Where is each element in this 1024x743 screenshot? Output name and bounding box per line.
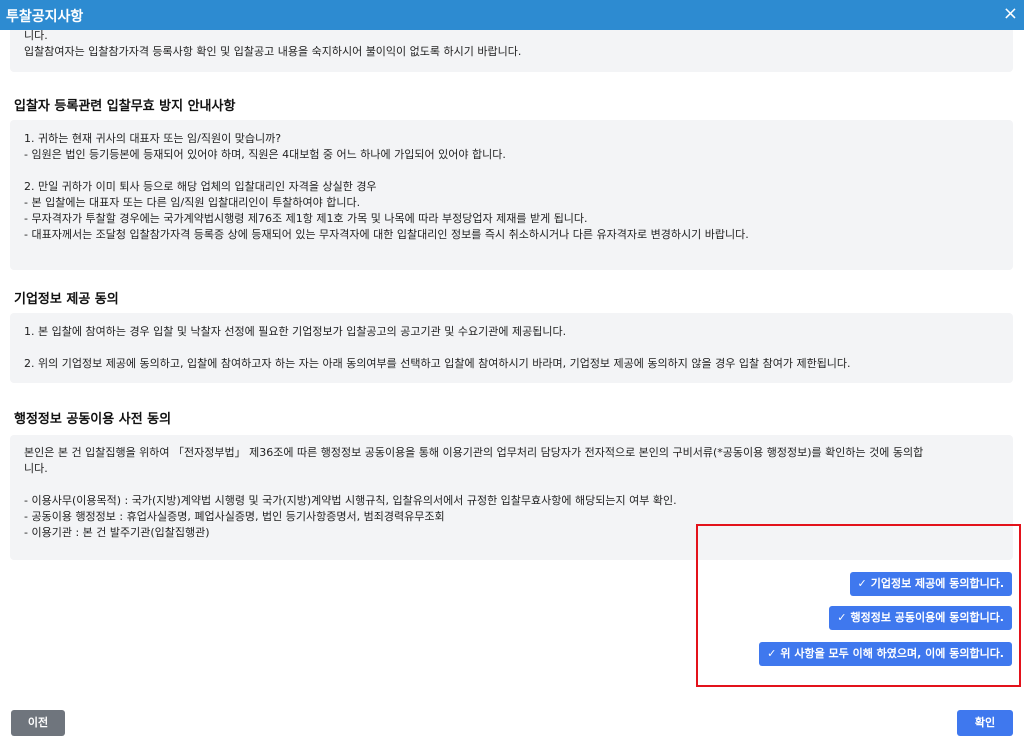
notice-line: - 무자격자가 투찰할 경우에는 국가계약법시행령 제76조 제1항 제1호 가…: [24, 212, 588, 225]
check-icon: ✓: [857, 577, 867, 590]
notice-line: 니다.: [24, 30, 48, 42]
section-heading-bid-invalid: 입찰자 등록관련 입찰무효 방지 안내사항: [14, 99, 236, 114]
notice-line: 1. 귀하는 현재 귀사의 대표자 또는 임/직원이 맞습니까?: [24, 132, 282, 145]
agree-corp-info-label: 기업정보 제공에 동의합니다.: [870, 577, 1004, 590]
notice-line: 2. 위의 기업정보 제공에 동의하고, 입찰에 참여하고자 하는 자는 아래 …: [24, 357, 851, 370]
section-heading-corp-info: 기업정보 제공 동의: [14, 292, 119, 307]
check-icon: ✓: [767, 647, 777, 660]
check-icon: ✓: [837, 611, 847, 624]
notice-line: 1. 본 입찰에 참여하는 경우 입찰 및 낙찰자 선정에 필요한 기업정보가 …: [24, 325, 567, 338]
agree-all-label: 위 사항을 모두 이해 하였으며, 이에 동의합니다.: [780, 647, 1004, 660]
corp-info-notice-box: 1. 본 입찰에 참여하는 경우 입찰 및 낙찰자 선정에 필요한 기업정보가 …: [10, 313, 1013, 383]
notice-line: 본인은 본 건 입찰집행을 위하여 「전자정부법」 제36조에 따른 행정정보 …: [24, 446, 924, 459]
dialog-content[interactable]: 니다. 입찰참여자는 입찰참가자격 등록사항 확인 및 입찰공고 내용을 숙지하…: [0, 30, 1024, 700]
notice-line: - 이용사무(이용목적) : 국가(지방)계약법 시행령 및 국가(지방)계약법…: [24, 494, 677, 507]
notice-line: 입찰참여자는 입찰참가자격 등록사항 확인 및 입찰공고 내용을 숙지하시어 불…: [24, 45, 522, 58]
dialog-titlebar: 투찰공지사항 ×: [0, 0, 1024, 30]
agree-admin-info-button[interactable]: ✓ 행정정보 공동이용에 동의합니다.: [829, 606, 1012, 630]
notice-line: 니다.: [24, 462, 48, 475]
prev-button[interactable]: 이전: [11, 710, 65, 736]
confirm-button[interactable]: 확인: [957, 710, 1013, 736]
notice-line: - 이용기관 : 본 건 발주기관(입찰집행관): [24, 526, 210, 539]
notice-line: - 임원은 법인 등기등본에 등재되어 있어야 하며, 직원은 4대보험 중 어…: [24, 148, 506, 161]
admin-info-notice-box: 본인은 본 건 입찰집행을 위하여 「전자정부법」 제36조에 따른 행정정보 …: [10, 435, 1013, 560]
agree-admin-info-label: 행정정보 공동이용에 동의합니다.: [850, 611, 1004, 624]
intro-notice-box: 니다. 입찰참여자는 입찰참가자격 등록사항 확인 및 입찰공고 내용을 숙지하…: [10, 30, 1013, 72]
section-heading-admin-info: 행정정보 공동이용 사전 동의: [14, 412, 172, 427]
bid-invalid-notice-box: 1. 귀하는 현재 귀사의 대표자 또는 임/직원이 맞습니까? - 임원은 법…: [10, 120, 1013, 270]
notice-line: - 대표자께서는 조달청 입찰참가자격 등록증 상에 등재되어 있는 무자격자에…: [24, 228, 749, 241]
notice-line: 2. 만일 귀하가 이미 퇴사 등으로 해당 업체의 입찰대리인 자격을 상실한…: [24, 180, 377, 193]
notice-line: - 본 입찰에는 대표자 또는 다른 임/직원 입찰대리인이 투찰하여야 합니다…: [24, 196, 361, 209]
dialog-title: 투찰공지사항: [6, 9, 84, 25]
close-icon[interactable]: ×: [1003, 3, 1018, 25]
agree-all-button[interactable]: ✓ 위 사항을 모두 이해 하였으며, 이에 동의합니다.: [759, 642, 1012, 666]
notice-line: - 공동이용 행정정보 : 휴업사실증명, 폐업사실증명, 법인 등기사항증명서…: [24, 510, 445, 523]
agree-corp-info-button[interactable]: ✓ 기업정보 제공에 동의합니다.: [849, 572, 1012, 596]
